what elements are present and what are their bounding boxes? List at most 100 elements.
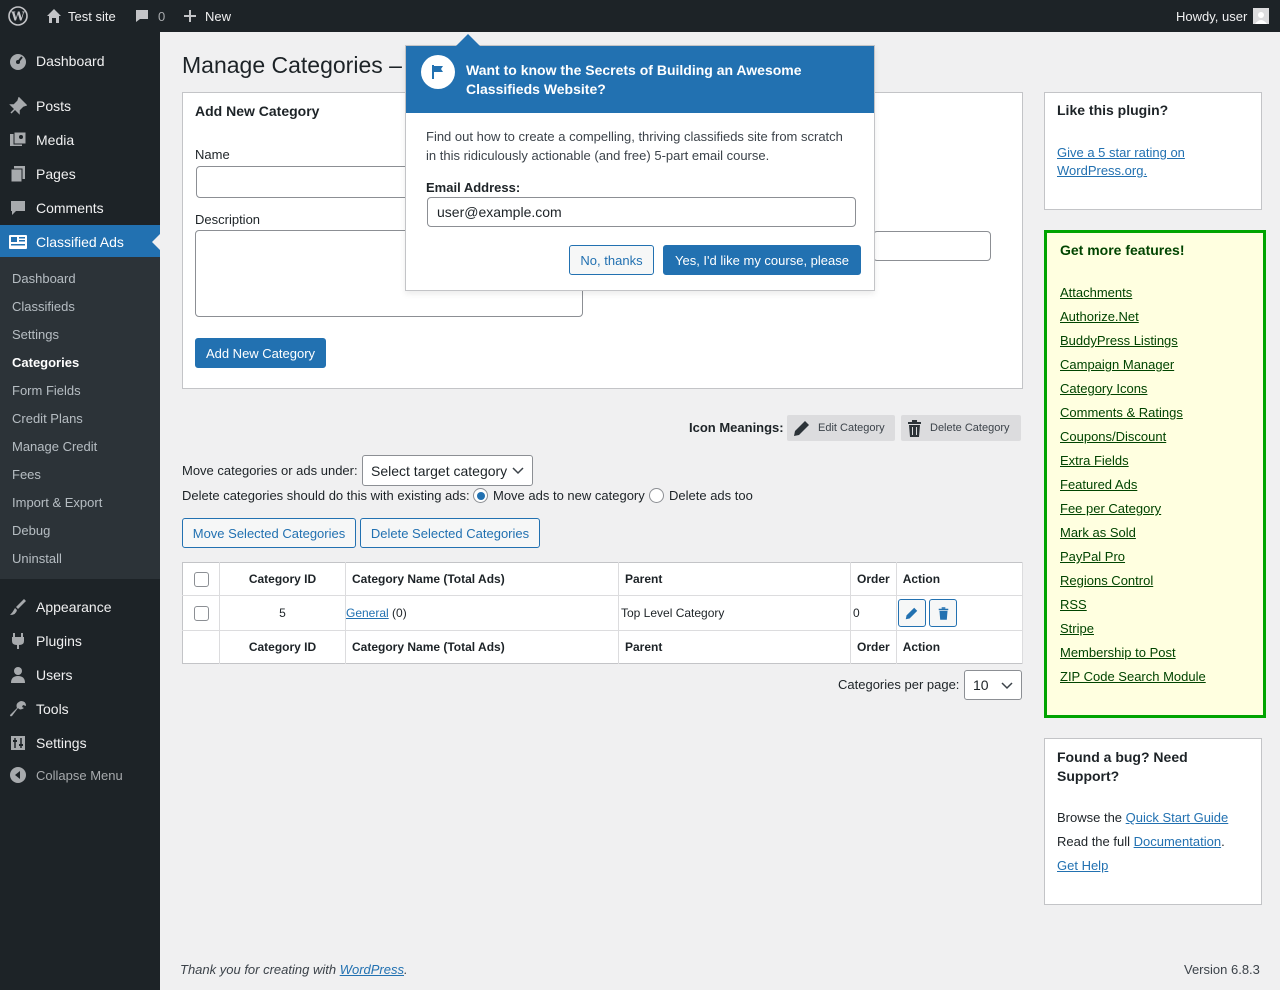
- menu-plugins[interactable]: Plugins: [0, 624, 160, 658]
- menu-users[interactable]: Users: [0, 658, 160, 692]
- collapse-icon: [0, 766, 36, 784]
- move-ads-radio[interactable]: [473, 488, 488, 503]
- email-input[interactable]: user@example.com: [427, 197, 856, 227]
- features-heading: Get more features!: [1060, 242, 1185, 258]
- menu-appearance[interactable]: Appearance: [0, 590, 160, 624]
- feature-link-rss[interactable]: RSS: [1060, 597, 1087, 612]
- classified-icon: [0, 234, 36, 250]
- footer-col-category-name[interactable]: Category Name (Total Ads): [345, 630, 619, 664]
- comments-link[interactable]: 0: [132, 0, 165, 32]
- quick-start-link[interactable]: Quick Start Guide: [1126, 810, 1229, 825]
- read-prefix: Read the full: [1057, 834, 1130, 849]
- feature-link-membership[interactable]: Membership to Post: [1060, 645, 1176, 660]
- menu-pages[interactable]: Pages: [0, 157, 160, 191]
- edit-legend-label: Edit Category: [818, 422, 885, 434]
- submenu-fees[interactable]: Fees: [12, 467, 41, 482]
- select-all-checkbox[interactable]: [193, 571, 209, 587]
- site-name-link[interactable]: Test site: [44, 0, 116, 32]
- menu-dashboard[interactable]: Dashboard: [0, 44, 160, 78]
- feature-link-stripe[interactable]: Stripe: [1060, 621, 1094, 636]
- wordpress-link[interactable]: WordPress: [340, 962, 404, 977]
- menu-tools[interactable]: Tools: [0, 692, 160, 726]
- menu-media[interactable]: Media: [0, 123, 160, 157]
- chevron-down-icon: [512, 465, 524, 475]
- feature-link-zip-code-search[interactable]: ZIP Code Search Module: [1060, 669, 1206, 684]
- documentation-link[interactable]: Documentation: [1134, 834, 1221, 849]
- target-category-select[interactable]: Select target category: [362, 455, 533, 486]
- rate-plugin-link[interactable]: Give a 5 star rating on WordPress.org.: [1057, 144, 1247, 180]
- svg-text:W: W: [10, 10, 25, 24]
- my-account-link[interactable]: Howdy, user: [1176, 0, 1270, 32]
- add-new-category-button[interactable]: Add New Category: [195, 338, 326, 368]
- no-thanks-button[interactable]: No, thanks: [569, 245, 654, 275]
- delete-category-button[interactable]: [929, 599, 958, 627]
- submenu-uninstall[interactable]: Uninstall: [12, 551, 62, 566]
- per-page-select[interactable]: 10: [964, 670, 1022, 700]
- col-order[interactable]: Order: [850, 562, 897, 596]
- submenu-settings[interactable]: Settings: [12, 327, 59, 342]
- footer-thanks-prefix: Thank you for creating with: [180, 962, 337, 977]
- menu-posts[interactable]: Posts: [0, 89, 160, 123]
- col-category-id[interactable]: Category ID: [219, 562, 346, 596]
- wordpress-logo-icon[interactable]: W: [8, 0, 28, 32]
- pointer-arrow: [456, 34, 480, 46]
- feature-link-extra-fields[interactable]: Extra Fields: [1060, 453, 1129, 468]
- edit-category-button[interactable]: [897, 599, 926, 627]
- feature-link-category-icons[interactable]: Category Icons: [1060, 381, 1147, 396]
- category-name-link[interactable]: General: [346, 606, 389, 620]
- feature-link-coupons[interactable]: Coupons/Discount: [1060, 429, 1166, 444]
- feature-link-buddypress[interactable]: BuddyPress Listings: [1060, 333, 1178, 348]
- col-category-name[interactable]: Category Name (Total Ads): [345, 562, 619, 596]
- submenu-debug[interactable]: Debug: [12, 523, 50, 538]
- plus-icon: [180, 6, 200, 26]
- menu-collapse[interactable]: Collapse Menu: [0, 758, 160, 792]
- table-footer-row: Category ID Category Name (Total Ads) Pa…: [182, 630, 1024, 664]
- browse-prefix: Browse the: [1057, 810, 1123, 825]
- col-parent[interactable]: Parent: [618, 562, 851, 596]
- menu-label: Users: [36, 667, 73, 683]
- footer-col-order[interactable]: Order: [850, 630, 897, 664]
- feature-link-campaign-manager[interactable]: Campaign Manager: [1060, 357, 1174, 372]
- yes-course-button[interactable]: Yes, I'd like my course, please: [663, 245, 861, 275]
- feature-link-regions-control[interactable]: Regions Control: [1060, 573, 1153, 588]
- new-content-link[interactable]: New: [180, 0, 231, 32]
- pages-icon: [0, 165, 36, 183]
- categories-table: Category ID Category Name (Total Ads) Pa…: [182, 562, 1024, 664]
- pencil-icon: [905, 607, 918, 619]
- feature-link-paypal-pro[interactable]: PayPal Pro: [1060, 549, 1125, 564]
- submenu-categories[interactable]: Categories: [12, 355, 79, 370]
- feature-link-fee-per-category[interactable]: Fee per Category: [1060, 501, 1161, 516]
- footer-col-category-id[interactable]: Category ID: [219, 630, 346, 664]
- cell-actions: [896, 595, 1024, 631]
- get-help-link[interactable]: Get Help: [1057, 858, 1108, 873]
- admin-bar: W Test site 0 New Howdy, user: [0, 0, 1280, 32]
- feature-link-attachments[interactable]: Attachments: [1060, 285, 1132, 300]
- menu-classified-ads[interactable]: Classified Ads: [0, 225, 160, 259]
- quick-start-line: Browse the Quick Start Guide: [1057, 810, 1228, 825]
- submenu-import-export[interactable]: Import & Export: [12, 495, 102, 510]
- footer-col-parent[interactable]: Parent: [618, 630, 851, 664]
- submenu-credit-plans[interactable]: Credit Plans: [12, 411, 83, 426]
- row-checkbox[interactable]: [193, 605, 209, 621]
- footer-thanks: Thank you for creating with WordPress.: [180, 962, 408, 977]
- feature-link-comments-ratings[interactable]: Comments & Ratings: [1060, 405, 1183, 420]
- documentation-line: Read the full Documentation.: [1057, 834, 1225, 849]
- menu-settings[interactable]: Settings: [0, 726, 160, 760]
- menu-label: Plugins: [36, 633, 82, 649]
- feature-link-featured-ads[interactable]: Featured Ads: [1060, 477, 1137, 492]
- submenu-classifieds[interactable]: Classifieds: [12, 299, 75, 314]
- submenu-form-fields[interactable]: Form Fields: [12, 383, 81, 398]
- per-page-value: 10: [973, 677, 989, 693]
- menu-comments[interactable]: Comments: [0, 191, 160, 225]
- secondary-input[interactable]: [873, 231, 991, 261]
- name-input[interactable]: [196, 166, 416, 198]
- move-selected-button[interactable]: Move Selected Categories: [182, 518, 356, 548]
- feature-link-authorize-net[interactable]: Authorize.Net: [1060, 309, 1139, 324]
- delete-ads-radio[interactable]: [649, 488, 664, 503]
- submenu-dashboard[interactable]: Dashboard: [12, 271, 76, 286]
- admin-sidebar: Dashboard Posts Media Pages Comments Cla…: [0, 32, 160, 990]
- submenu-manage-credit[interactable]: Manage Credit: [12, 439, 97, 454]
- delete-selected-button[interactable]: Delete Selected Categories: [360, 518, 540, 548]
- feature-link-mark-as-sold[interactable]: Mark as Sold: [1060, 525, 1136, 540]
- new-label: New: [205, 8, 232, 24]
